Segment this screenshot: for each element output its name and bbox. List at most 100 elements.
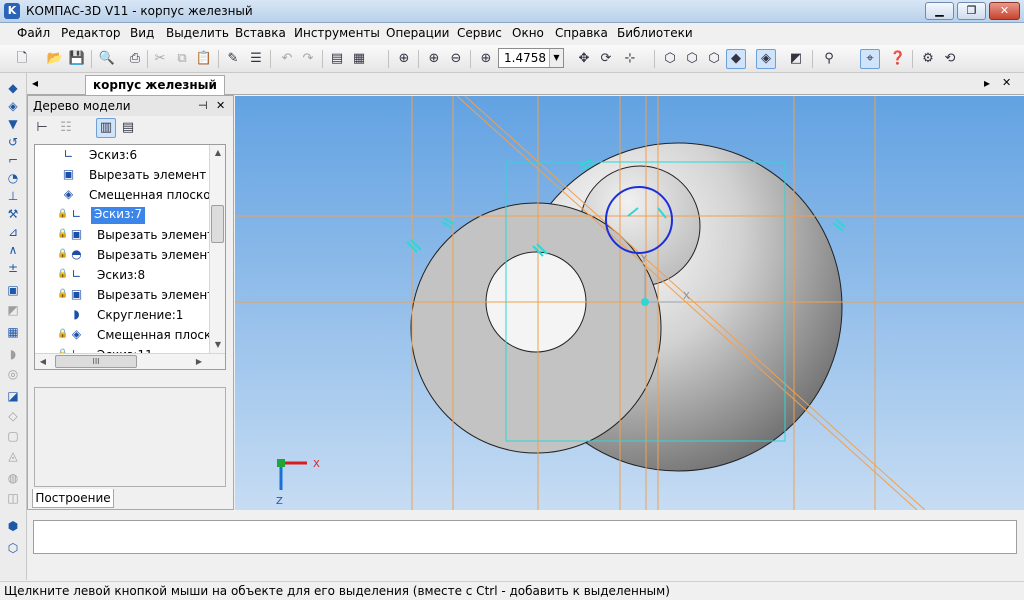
tree-item-sketch6[interactable]: ∟ Эскиз:6	[35, 145, 211, 165]
scroll-up-icon[interactable]: ▲	[210, 145, 225, 161]
scroll-thumb[interactable]: III	[55, 355, 137, 368]
new-document-icon[interactable]: 🗋	[12, 49, 32, 69]
array-icon[interactable]: ⬢	[4, 517, 22, 535]
menu-editor[interactable]: Редактор	[61, 26, 120, 40]
zoom-icon[interactable]: ⊕	[476, 49, 496, 69]
spatial-curves-icon[interactable]: ◈	[4, 97, 22, 115]
undo-icon[interactable]: ↶	[277, 49, 297, 69]
minimize-button[interactable]: ▁	[925, 2, 954, 20]
tree-item-sketch8[interactable]: 🔒 ∟ Эскиз:8	[35, 265, 211, 285]
chamfer-icon[interactable]: ◬	[4, 447, 22, 465]
tree-item-cut[interactable]: ▣ Вырезать элемент вы	[35, 165, 225, 185]
menu-view[interactable]: Вид	[130, 26, 154, 40]
restore-button[interactable]: ❐	[957, 2, 986, 20]
list-icon[interactable]: ☰	[246, 49, 266, 69]
open-icon[interactable]: 📂	[45, 49, 65, 69]
shell-icon[interactable]: ◪	[4, 387, 22, 405]
constraints-icon[interactable]: ±	[4, 259, 22, 277]
aux-geometry-icon[interactable]: ⌐	[4, 151, 22, 169]
print-preview-icon[interactable]: 🔍	[97, 49, 117, 69]
close-button[interactable]: ✕	[989, 2, 1020, 20]
menu-tools[interactable]: Инструменты	[294, 26, 380, 40]
refresh-icon[interactable]: ⟲	[940, 49, 960, 69]
menu-help[interactable]: Справка	[555, 26, 608, 40]
menu-file[interactable]: Файл	[17, 26, 50, 40]
wireframe-icon[interactable]: ⬡	[660, 49, 680, 69]
tree-horizontal-scrollbar[interactable]: ◀ III ▶	[35, 353, 225, 369]
draft-icon[interactable]: ▢	[4, 427, 22, 445]
orientation-icon[interactable]: ⊹	[620, 49, 640, 69]
tree-view-mode-icon[interactable]: ☷	[56, 118, 76, 138]
fillet-icon[interactable]: ◗	[4, 345, 22, 363]
tree-relations-icon[interactable]: ▥	[96, 118, 116, 138]
tree-item-fillet[interactable]: ◗ Скругление:1	[35, 305, 211, 325]
cut-icon[interactable]: ✂	[150, 49, 170, 69]
chevron-down-icon[interactable]: ▼	[549, 49, 563, 67]
rotate-icon[interactable]: ⟳	[596, 49, 616, 69]
tree-item-sketch7[interactable]: 🔒 ∟ Эскиз:7	[35, 205, 211, 225]
sheet-metal-icon[interactable]: ◔	[4, 169, 22, 187]
arrays-icon[interactable]: ↺	[4, 133, 22, 151]
tab-document[interactable]: корпус железный	[85, 75, 225, 95]
shaded-edges-icon[interactable]: ◈	[756, 49, 776, 69]
revolve-icon[interactable]: ◩	[4, 301, 22, 319]
section-icon[interactable]: ◍	[4, 469, 22, 487]
edit-part-icon[interactable]: ◆	[4, 79, 22, 97]
paste-icon[interactable]: 📋	[194, 49, 214, 69]
save-icon[interactable]: 💾	[67, 49, 87, 69]
extrude-icon[interactable]: ▣	[4, 281, 22, 299]
zoom-field[interactable]: 1.4758 ▼	[498, 48, 564, 68]
filter-icon[interactable]: ⚲	[819, 49, 839, 69]
menu-libraries[interactable]: Библиотеки	[617, 26, 693, 40]
library-manager-icon[interactable]: ▦	[349, 49, 369, 69]
zoom-out-icon[interactable]: ⊖	[446, 49, 466, 69]
help-icon[interactable]: ❓	[888, 49, 908, 69]
hidden-lines-icon[interactable]: ⬡	[682, 49, 702, 69]
pin-icon[interactable]: ⊣	[198, 99, 208, 112]
menu-window[interactable]: Окно	[512, 26, 544, 40]
tab-scroll-right-icon[interactable]: ▸	[984, 76, 990, 90]
cut-extrude-icon[interactable]: ▦	[4, 323, 22, 341]
menu-operations[interactable]: Операции	[386, 26, 449, 40]
tree-order-icon[interactable]: ▤	[118, 118, 138, 138]
copy-icon[interactable]: ⧉	[172, 49, 192, 69]
tab-close-icon[interactable]: ✕	[1002, 76, 1011, 89]
dimensions-icon[interactable]: ⊥	[4, 187, 22, 205]
hole-icon[interactable]: ◎	[4, 365, 22, 383]
zoom-window-icon[interactable]: ⊕	[394, 49, 414, 69]
panel-close-icon[interactable]: ✕	[216, 99, 225, 112]
tab-scroll-left-icon[interactable]: ◂	[32, 76, 38, 90]
diagnostics-icon[interactable]: ⚒	[4, 205, 22, 223]
zoom-in-icon[interactable]: ⊕	[424, 49, 444, 69]
perspective-icon[interactable]: ◩	[786, 49, 806, 69]
tree-item-cut[interactable]: 🔒 ▣ Вырезать элемент в	[35, 285, 225, 305]
hidden-thin-icon[interactable]: ⬡	[704, 49, 724, 69]
print-icon[interactable]: ⎙	[125, 49, 145, 69]
mirror-icon[interactable]: ◫	[4, 489, 22, 507]
shaded-icon[interactable]: ◆	[726, 49, 746, 69]
rib-icon[interactable]: ◇	[4, 407, 22, 425]
copy-body-icon[interactable]: ⬡	[4, 539, 22, 557]
snap-icon[interactable]: ⌖	[860, 49, 880, 69]
tree-vertical-scrollbar[interactable]: ▲ ▼	[209, 145, 225, 353]
properties-icon[interactable]: ✎	[223, 49, 243, 69]
scroll-left-icon[interactable]: ◀	[35, 354, 51, 369]
menu-insert[interactable]: Вставка	[235, 26, 286, 40]
scroll-right-icon[interactable]: ▶	[191, 354, 207, 369]
tree-item-offset-plane[interactable]: ◈ Смещенная плоскост	[35, 185, 224, 205]
pan-icon[interactable]: ✥	[574, 49, 594, 69]
redo-icon[interactable]: ↷	[298, 49, 318, 69]
model-canvas[interactable]: X Y X Z	[235, 96, 1024, 510]
model-viewport[interactable]: X Y X Z	[235, 96, 1024, 510]
scroll-down-icon[interactable]: ▼	[210, 337, 225, 353]
tab-construction[interactable]: Построение	[32, 489, 114, 508]
menu-service[interactable]: Сервис	[457, 26, 502, 40]
tree-item-cut[interactable]: 🔒 ▣ Вырезать элемент в	[35, 225, 225, 245]
scroll-thumb[interactable]	[211, 205, 224, 243]
annotation-icon[interactable]: ∧	[4, 241, 22, 259]
surfaces-icon[interactable]: ▼	[4, 115, 22, 133]
menu-select[interactable]: Выделить	[166, 26, 229, 40]
tree-item-cut-revolve[interactable]: 🔒 ◓ Вырезать элемент в	[35, 245, 225, 265]
manager-icon[interactable]: ▤	[327, 49, 347, 69]
tree-structure-icon[interactable]: ⊢	[32, 118, 52, 138]
